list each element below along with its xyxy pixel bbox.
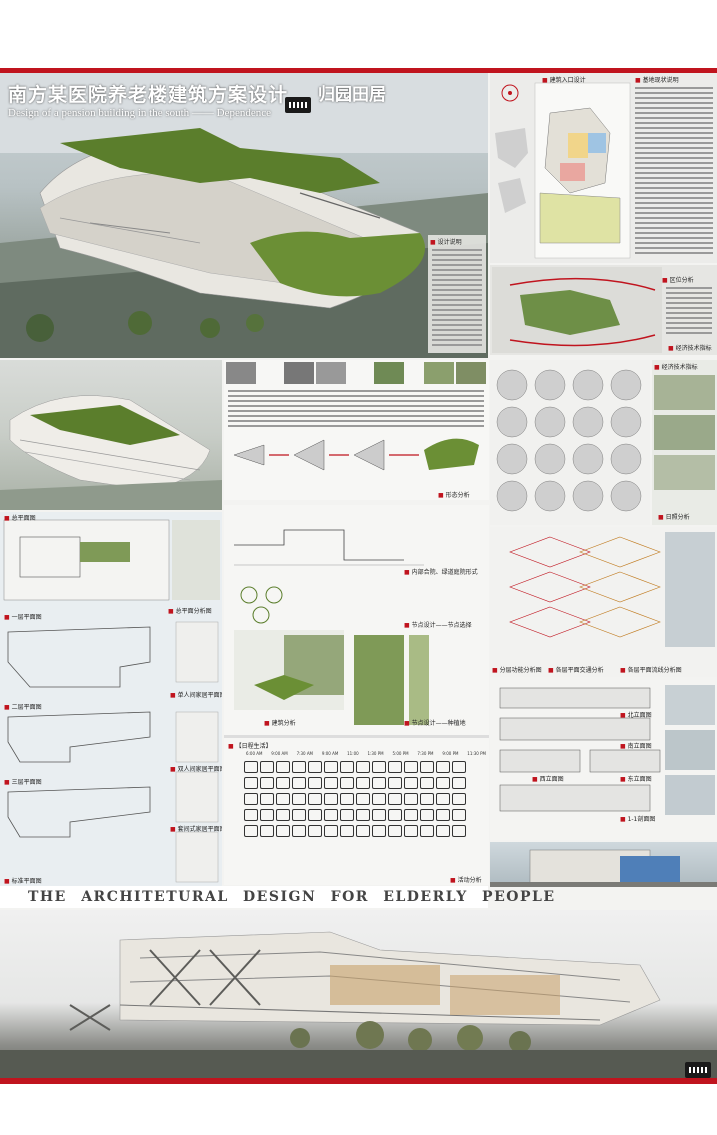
corner-logo [685,1062,711,1078]
second-floor-plan-label: 二层平面图 [4,702,42,711]
poster-title-en: Design of a pension building in the sout… [8,107,272,119]
floor-plans-drawings [3,519,220,883]
site-overview-label: 基地现状说明 [635,75,679,84]
schedule-time: 9:00 PM [442,751,459,756]
design-description-label: 设计说明 [430,237,462,246]
design-description-text [432,249,482,349]
double-room-plan-label: 双人间家居平面图 [170,764,222,773]
node-design-2-label: 节点设计——种植地 [404,718,466,727]
axonometric-panel: 分层功能分析图 各层平面交通分析 各层平面流线分析图 [490,527,717,677]
design-description-block: 设计说明 [428,235,486,353]
east-elevation-label: 东立面图 [620,774,652,783]
banner-title: THE ARCHITETURAL DESIGN FOR ELDERLY PEOP… [28,889,556,905]
region-panel: 区位分析 经济技术指标 [490,265,717,355]
axonometric-diagrams [509,532,715,647]
schedule-times: 6:00 AM 9:00 AM 7:30 AM 9:00 AM 11:00 1:… [246,751,486,756]
elevations-panel: 北立面图 南立面图 西立面图 东立面图 1-1剖面图 [490,680,717,840]
schedule-time: 5:00 PM [392,751,409,756]
suite-room-plan-label: 套间式家居平面图 [170,824,222,833]
schedule-time: 9:00 AM [271,751,288,756]
sun-analysis-panel [490,360,650,525]
south-elevation-label: 南立面图 [620,741,652,750]
schedule-time: 1:30 PM [367,751,384,756]
aerial-render-2 [0,360,222,510]
activity-icon-grid [242,759,466,839]
general-analysis-label: 总平面分析图 [168,606,212,615]
form-analysis-diagram [226,362,486,471]
small-render [490,842,717,887]
region-indicators-text [666,287,712,337]
single-room-plan-label: 单人间家居平面图 [170,690,222,699]
elevation-drawings [499,685,715,815]
hero-logo [285,97,311,113]
small-building-render [490,849,717,887]
concept-panel: 内部合院、绿道庭院形式 节点设计——节点选择 建筑分析 节点设计——种植地 【日… [224,505,489,885]
economic-indicators-label: 经济技术指标 [668,343,712,352]
aerial-building-illustration [0,395,222,510]
schedule-time: 7:30 PM [417,751,434,756]
flow-analysis-label: 各层平面流线分析图 [620,665,682,674]
sun-analysis-label: 日照分析 [658,512,690,521]
bottom-red-bar [0,1078,717,1084]
bottom-building-illustration [0,931,717,1078]
node-design-1-label: 节点设计——节点选择 [404,620,472,629]
first-floor-plan-label: 一层平面图 [4,612,42,621]
north-elevation-label: 北立面图 [620,710,652,719]
schedule-time: 9:00 AM [321,751,339,756]
poster-title-cn: 南方某医院养老楼建筑方案设计 [8,84,289,106]
economic-indicators-side-label: 经济技术指标 [654,362,698,371]
floor-traffic-label: 各层平面交通分析 [548,665,604,674]
environment-photos: 经济技术指标 日照分析 [652,360,717,525]
form-analysis-label: 形态分析 [438,490,470,499]
form-analysis-panel: 形态分析 [224,360,489,500]
region-analysis-label: 区位分析 [662,275,694,284]
site-entrance-label: 建筑入口设计 [542,75,586,84]
schedule-time: 7:30 AM [296,751,314,756]
third-floor-plan-label: 三层平面图 [4,777,42,786]
internal-space-label: 内部合院、绿道庭院形式 [404,567,478,576]
site-overview-text [635,87,713,257]
sun-analysis-diagrams [496,369,642,512]
schedule-time: 11:00 [347,751,359,756]
daily-routine-label: 【日程生活】 [228,741,272,750]
site-plan-label: 总平面图 [4,513,36,522]
building-analysis-label: 建筑分析 [264,718,296,727]
environment-photo-strip [654,375,715,490]
west-elevation-label: 西立面图 [532,774,564,783]
site-panel: 建筑入口设计 基地现状说明 [490,73,717,263]
schedule-time: 6:00 AM [246,751,263,756]
function-zoning-label: 分层功能分析图 [492,665,542,674]
typical-floor-plan-label: 标准平面图 [4,876,42,885]
floor-plans-panel: 总平面图 一层平面图 二层平面图 三层平面图 标准平面图 总平面分析图 单人间家… [0,512,222,890]
section-1-label: 1-1剖面图 [620,814,656,823]
activity-analysis-label: 活动分析 [450,875,482,884]
bottom-render [0,910,717,1078]
design-intro-text [228,390,484,430]
poster-subtitle-cn: 归园田居 [318,85,386,105]
schedule-time: 11:30 PM [467,751,486,756]
